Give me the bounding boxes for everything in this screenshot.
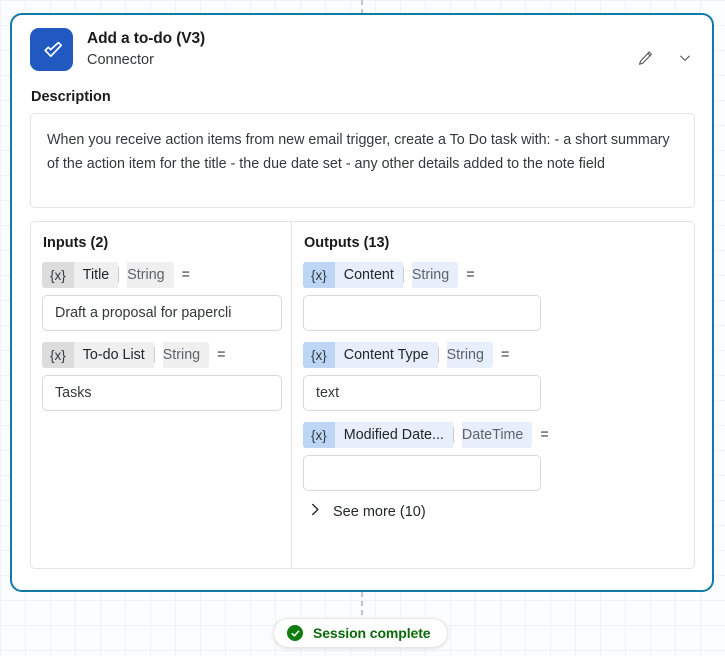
output-value-contenttype[interactable]: text: [303, 375, 541, 411]
equals-sign: =: [540, 427, 549, 443]
card-header-actions: [632, 45, 698, 71]
card-subtitle: Connector: [87, 52, 154, 68]
expression-badge-icon: {x}: [303, 422, 335, 448]
output-row-contenttype-chip[interactable]: {x} Content Type String =: [303, 342, 684, 368]
chip-separator: [402, 267, 404, 283]
output-row-content-chip[interactable]: {x} Content String =: [303, 262, 684, 288]
check-circle-icon: [287, 625, 303, 641]
token-type: String: [162, 342, 210, 368]
see-more-label: See more (10): [333, 504, 426, 520]
token-type: String: [446, 342, 493, 368]
token-name: Title: [73, 262, 119, 288]
card-title: Add a to-do (V3): [87, 30, 206, 47]
token-name: Modified Date...: [334, 422, 453, 448]
token-chip[interactable]: {x} Modified Date... DateTime: [303, 422, 533, 448]
edit-icon[interactable]: [632, 45, 658, 71]
expression-badge-icon: {x}: [42, 262, 74, 288]
token-name: To-do List: [73, 342, 154, 368]
expression-badge-icon: {x}: [303, 342, 335, 368]
outputs-title: Outputs (13): [304, 235, 390, 251]
output-row-modifieddate-chip[interactable]: {x} Modified Date... DateTime =: [303, 422, 684, 448]
action-card[interactable]: Add a to-do (V3) Connector Description W…: [10, 13, 714, 592]
card-header: Add a to-do (V3) Connector: [12, 15, 712, 81]
io-panel: Inputs (2) {x} Title String = Draft a pr…: [30, 221, 695, 569]
output-value-content[interactable]: [303, 295, 541, 331]
description-label: Description: [31, 89, 111, 105]
token-chip[interactable]: {x} Content String: [303, 262, 459, 288]
chip-separator: [153, 347, 155, 363]
equals-sign: =: [466, 267, 475, 283]
todo-check-icon: [30, 28, 73, 71]
chip-separator: [452, 427, 454, 443]
description-text: When you receive action items from new e…: [47, 132, 670, 172]
status-badge: Session complete: [273, 618, 449, 648]
token-name: Content: [334, 262, 403, 288]
token-chip[interactable]: {x} To-do List String: [42, 342, 210, 368]
token-type: DateTime: [461, 422, 533, 448]
token-type: String: [127, 262, 174, 288]
equals-sign: =: [181, 267, 190, 283]
output-value-modifieddate[interactable]: [303, 455, 541, 491]
equals-sign: =: [500, 347, 510, 363]
description-box[interactable]: When you receive action items from new e…: [30, 113, 695, 208]
expression-badge-icon: {x}: [42, 342, 74, 368]
input-value-title[interactable]: Draft a proposal for papercli: [42, 295, 282, 331]
input-row-todolist-chip[interactable]: {x} To-do List String =: [42, 342, 281, 368]
chip-separator: [118, 267, 120, 283]
token-chip[interactable]: {x} Content Type String: [303, 342, 493, 368]
outputs-column: Outputs (13) {x} Content String = {x} Co…: [291, 222, 694, 568]
input-row-title-chip[interactable]: {x} Title String =: [42, 262, 281, 288]
chevron-down-icon[interactable]: [672, 45, 698, 71]
status-badge-label: Session complete: [313, 625, 431, 641]
card-header-text: Add a to-do (V3) Connector: [87, 28, 205, 70]
inputs-column: Inputs (2) {x} Title String = Draft a pr…: [31, 222, 291, 568]
input-value-todolist[interactable]: Tasks: [42, 375, 282, 411]
token-chip[interactable]: {x} Title String: [42, 262, 174, 288]
inputs-title: Inputs (2): [43, 235, 109, 251]
chip-separator: [437, 347, 439, 363]
equals-sign: =: [217, 347, 226, 363]
expression-badge-icon: {x}: [303, 262, 335, 288]
connector-line-top: [361, 0, 363, 14]
token-name: Content Type: [334, 342, 438, 368]
chevron-right-icon: [310, 502, 321, 522]
token-type: String: [411, 262, 459, 288]
see-more-button[interactable]: See more (10): [303, 502, 684, 522]
